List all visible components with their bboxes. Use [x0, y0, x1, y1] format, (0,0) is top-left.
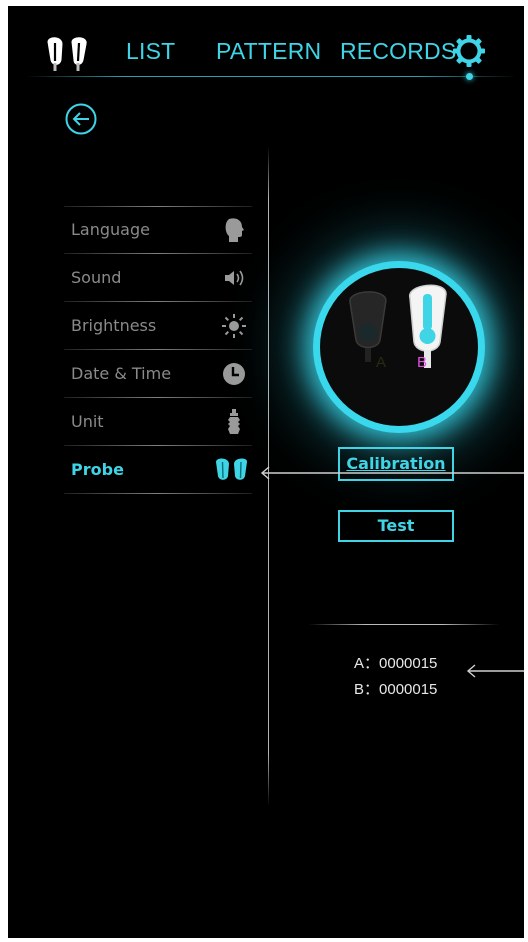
- probe-pair-icon: [216, 458, 248, 480]
- menu-item-probe[interactable]: Probe: [64, 446, 252, 494]
- menu-item-label: Language: [71, 220, 150, 239]
- callout-arrow-serial: [466, 664, 524, 678]
- probe-a-icon: [349, 291, 387, 362]
- settings-screen: LIST PATTERN RECORDS Language Sound Brig…: [8, 6, 524, 938]
- sun-icon: [222, 314, 246, 338]
- top-nav: LIST PATTERN RECORDS: [8, 6, 524, 86]
- active-tab-indicator: [466, 73, 473, 80]
- nav-list[interactable]: LIST: [126, 38, 175, 65]
- back-arrow-icon[interactable]: [64, 102, 98, 136]
- nav-records[interactable]: RECORDS: [340, 38, 456, 65]
- speaker-icon: [225, 270, 244, 286]
- gear-icon[interactable]: [452, 34, 486, 68]
- clock-icon: [223, 363, 245, 385]
- probe-pair-icon[interactable]: [44, 34, 96, 74]
- menu-item-date-time[interactable]: Date & Time: [64, 350, 252, 398]
- menu-item-label: Date & Time: [71, 364, 172, 383]
- bottle-icon: [228, 409, 240, 434]
- probe-a-label: A: [376, 354, 387, 371]
- menu-item-language[interactable]: Language: [64, 206, 252, 254]
- callout-arrow-probe: [260, 466, 524, 480]
- serial-a: A：0000015: [354, 655, 438, 672]
- head-profile-icon: [225, 218, 244, 242]
- menu-item-label: Unit: [71, 412, 104, 431]
- menu-item-label: Sound: [71, 268, 122, 287]
- serial-separator: [308, 624, 500, 625]
- probe-b-label: B: [417, 354, 428, 371]
- nav-underline: [26, 76, 516, 77]
- probe-status-circle: A B: [320, 268, 478, 426]
- menu-item-label: Brightness: [71, 316, 157, 335]
- settings-menu: Language Sound Brightness Date & Time Un…: [64, 206, 252, 494]
- menu-item-sound[interactable]: Sound: [64, 254, 252, 302]
- probe-serials: A：0000015 B：0000015: [354, 651, 437, 703]
- menu-item-unit[interactable]: Unit: [64, 398, 252, 446]
- menu-item-brightness[interactable]: Brightness: [64, 302, 252, 350]
- nav-pattern[interactable]: PATTERN: [216, 38, 321, 65]
- test-button[interactable]: Test: [338, 510, 454, 542]
- menu-item-label: Probe: [71, 460, 124, 479]
- serial-b: B：0000015: [354, 681, 438, 698]
